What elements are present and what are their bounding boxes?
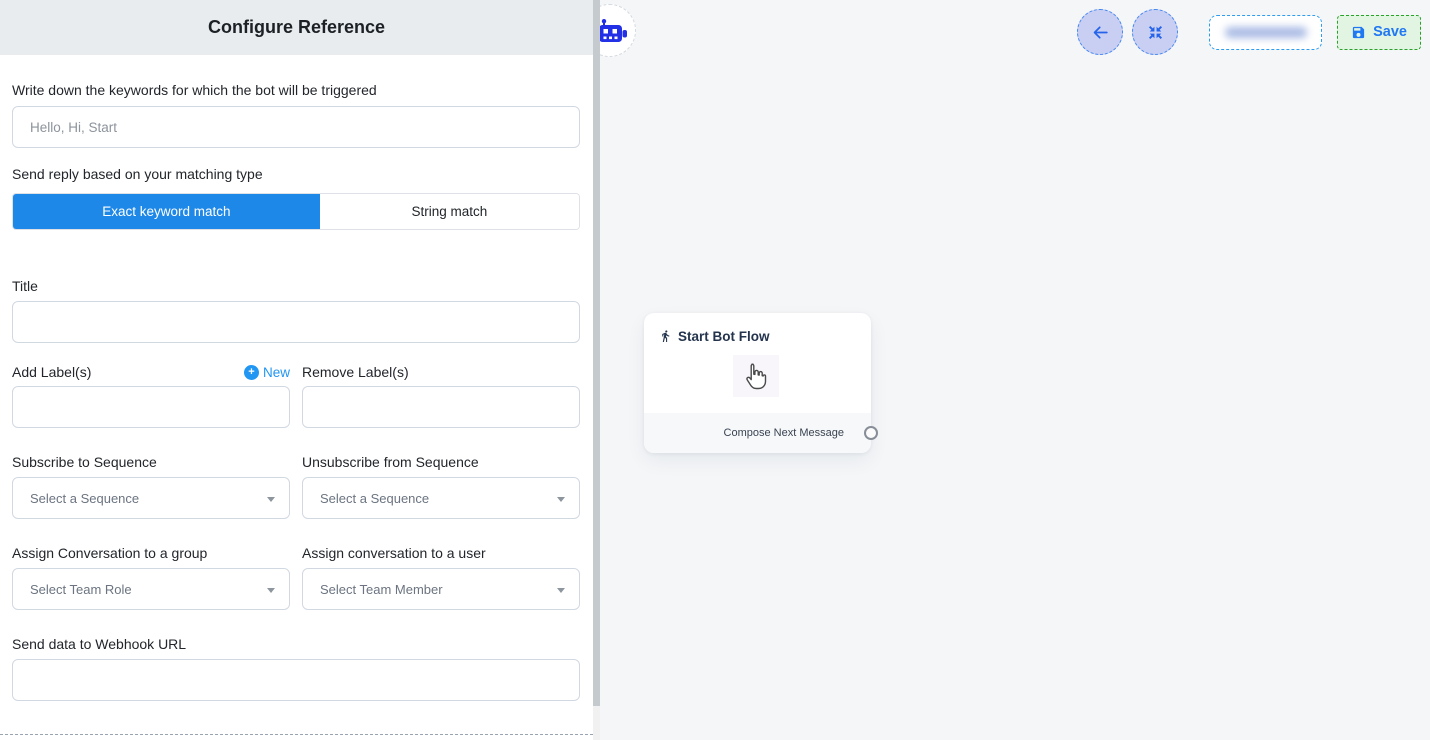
start-bot-flow-node[interactable]: Start Bot Flow Compose Next Message	[644, 313, 871, 453]
new-label-button[interactable]: + New	[244, 365, 290, 380]
compose-next-message-label: Compose Next Message	[724, 427, 844, 439]
new-label-text: New	[263, 365, 290, 380]
subscribe-sequence-select[interactable]: Select a Sequence	[12, 477, 290, 519]
canvas-toolbar: Save	[1068, 9, 1421, 55]
assign-user-label: Assign conversation to a user	[302, 545, 580, 561]
unsubscribe-sequence-label: Unsubscribe from Sequence	[302, 454, 580, 470]
assign-user-value: Select Team Member	[320, 582, 443, 597]
assign-group-label: Assign Conversation to a group	[12, 545, 290, 561]
back-button[interactable]	[1077, 9, 1123, 55]
assign-group-value: Select Team Role	[30, 582, 132, 597]
panel-scrollbar[interactable]	[593, 0, 600, 740]
node-footer: Compose Next Message	[644, 413, 871, 453]
subscribe-sequence-label: Subscribe to Sequence	[12, 454, 290, 470]
save-button[interactable]: Save	[1337, 15, 1421, 50]
assign-group-select[interactable]: Select Team Role	[12, 568, 290, 610]
panel-header: Configure Reference	[0, 0, 593, 55]
tab-string-match[interactable]: String match	[320, 194, 579, 229]
hand-pointer-icon	[743, 361, 769, 391]
node-title: Start Bot Flow	[678, 329, 770, 344]
blurred-label	[1225, 27, 1307, 38]
tab-exact-keyword-match[interactable]: Exact keyword match	[13, 194, 320, 229]
configure-reference-panel: Configure Reference Write down the keywo…	[0, 0, 593, 740]
matching-type-tabs: Exact keyword match String match	[12, 193, 580, 230]
walking-person-icon	[659, 328, 672, 344]
subscribe-sequence-value: Select a Sequence	[30, 491, 139, 506]
title-label: Title	[12, 278, 580, 294]
remove-labels-input[interactable]	[302, 386, 580, 428]
panel-body: Write down the keywords for which the bo…	[0, 82, 593, 701]
unsubscribe-sequence-select[interactable]: Select a Sequence	[302, 477, 580, 519]
chevron-down-icon	[267, 497, 275, 502]
save-button-label: Save	[1373, 24, 1407, 40]
chevron-down-icon	[557, 497, 565, 502]
robot-icon	[599, 19, 627, 43]
mouse-cursor	[733, 355, 779, 397]
fit-view-button[interactable]	[1132, 9, 1178, 55]
arrow-left-icon	[1091, 23, 1110, 42]
chevron-down-icon	[267, 588, 275, 593]
redacted-button[interactable]	[1209, 15, 1322, 50]
webhook-url-label: Send data to Webhook URL	[12, 636, 580, 652]
keywords-input[interactable]	[12, 106, 580, 148]
webhook-url-input[interactable]	[12, 659, 580, 701]
node-header: Start Bot Flow	[644, 313, 871, 344]
remove-labels-label: Remove Label(s)	[302, 364, 409, 380]
panel-title: Configure Reference	[208, 17, 385, 38]
panel-bottom-divider	[0, 734, 593, 735]
plus-circle-icon: +	[244, 365, 259, 380]
chevron-down-icon	[557, 588, 565, 593]
keywords-label: Write down the keywords for which the bo…	[12, 82, 580, 98]
assign-user-select[interactable]: Select Team Member	[302, 568, 580, 610]
unsubscribe-sequence-value: Select a Sequence	[320, 491, 429, 506]
compress-arrows-icon	[1147, 24, 1164, 41]
floppy-disk-icon	[1351, 25, 1366, 40]
add-labels-input[interactable]	[12, 386, 290, 428]
add-labels-label: Add Label(s)	[12, 364, 91, 380]
matching-type-label: Send reply based on your matching type	[12, 166, 580, 182]
scrollbar-thumb[interactable]	[593, 0, 600, 706]
connection-handle[interactable]	[864, 426, 878, 440]
title-input[interactable]	[12, 301, 580, 343]
